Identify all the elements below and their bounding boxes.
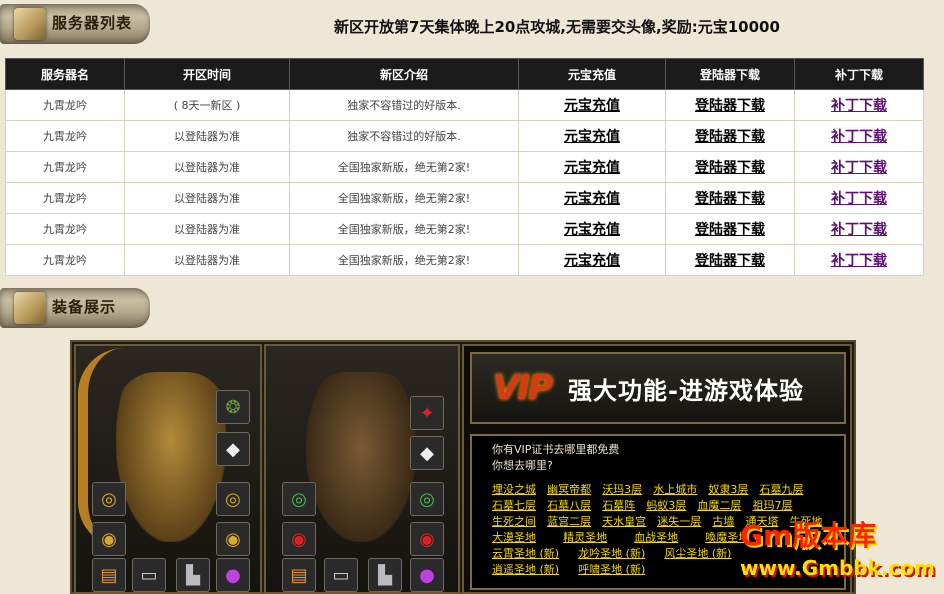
launcher-download-link[interactable]: 登陆器下载 (695, 222, 765, 238)
ring-icon: ◉ (410, 522, 444, 556)
orb-icon: ● (410, 558, 444, 592)
col-intro: 新区介绍 (289, 58, 519, 90)
equipment-banner: 装备展示 (0, 286, 150, 330)
server-name: 九霄龙吟 (5, 182, 125, 214)
server-list-title: 服务器列表 (52, 14, 133, 32)
server-name: 九霄龙吟 (5, 120, 125, 152)
ring-icon: ◉ (92, 522, 126, 556)
equipment-title: 装备展示 (52, 298, 117, 316)
recharge-link[interactable]: 元宝充值 (564, 98, 620, 114)
open-time: 以登陆器为准 (124, 244, 290, 276)
vip-line-2: 你想去哪里? (492, 459, 553, 472)
launcher-download-link[interactable]: 登陆器下载 (695, 129, 765, 145)
bracelet-icon: ◎ (410, 482, 444, 516)
vip-title: 强大功能-进游戏体验 (568, 376, 804, 405)
table-row: 九霄龙吟 以登陆器为准 全国独家新版，绝无第2家! 元宝充值 登陆器下载 补丁下… (5, 244, 924, 276)
watermark-logo: Gm版本库 www.Gmbbk.com (740, 514, 940, 592)
server-list-banner: 服务器列表 (0, 2, 150, 46)
charm-icon: ✦ (410, 396, 444, 430)
launcher-download-link[interactable]: 登陆器下载 (695, 160, 765, 176)
vip-header: VIP 强大功能-进游戏体验 (470, 352, 846, 424)
boots-icon: ▙ (368, 558, 402, 592)
mage-figure (306, 372, 416, 542)
ring-icon: ◉ (216, 522, 250, 556)
map-link[interactable]: 呼啸圣地 (新) (578, 563, 645, 576)
open-time: 以登陆器为准 (124, 151, 290, 183)
table-row: 九霄龙吟 以登陆器为准 全国独家新版，绝无第2家! 元宝充值 登陆器下载 补丁下… (5, 182, 924, 214)
server-name: 九霄龙吟 (5, 244, 125, 276)
recharge-link[interactable]: 元宝充值 (564, 253, 620, 269)
bracelet-icon: ◎ (216, 482, 250, 516)
mage-equipment-panel: ✦ ◆ ◎ ◎ ◉ ◉ ▤ ▭ ▙ ● (264, 344, 460, 594)
warrior-figure (116, 372, 226, 542)
open-time: 以登陆器为准 (124, 120, 290, 152)
bracelet-icon: ◎ (92, 482, 126, 516)
orb-icon: ● (216, 558, 250, 592)
intro: 独家不容错过的好版本. (289, 120, 519, 152)
bracelet-icon: ◎ (282, 482, 316, 516)
vip-line-1: 你有VIP证书去哪里都免费 (492, 443, 620, 456)
recharge-link[interactable]: 元宝充值 (564, 129, 620, 145)
intro: 全国独家新版，绝无第2家! (289, 182, 519, 214)
recharge-link[interactable]: 元宝充值 (564, 191, 620, 207)
intro: 全国独家新版，绝无第2家! (289, 244, 519, 276)
belt-icon: ▭ (324, 558, 358, 592)
gem-icon: ◆ (410, 436, 444, 470)
server-name: 九霄龙吟 (5, 89, 125, 121)
col-recharge: 元宝充值 (518, 58, 666, 90)
open-time: ( 8天一新区 ) (124, 89, 290, 121)
watermark-brand: Gm版本库 (740, 519, 877, 552)
table-row: 九霄龙吟 以登陆器为准 全国独家新版，绝无第2家! 元宝充值 登陆器下载 补丁下… (5, 151, 924, 183)
necklace-icon: ❂ (216, 390, 250, 424)
open-time: 以登陆器为准 (124, 182, 290, 214)
server-table: 服务器名 开区时间 新区介绍 元宝充值 登陆器下载 补丁下载 九霄龙吟 ( 8天… (5, 58, 924, 276)
book-icon: ▤ (92, 558, 126, 592)
table-row: 九霄龙吟 ( 8天一新区 ) 独家不容错过的好版本. 元宝充值 登陆器下载 补丁… (5, 89, 924, 121)
map-row: 埋没之城 幽冥帝都 沃玛3层 水上城市 奴隶3层 石墓九层 (492, 478, 844, 496)
announcement: 新区开放第7天集体晚上20点攻城,无需要交头像,奖励:元宝10000 (334, 18, 780, 36)
table-header-row: 服务器名 开区时间 新区介绍 元宝充值 登陆器下载 补丁下载 (5, 58, 924, 90)
launcher-download-link[interactable]: 登陆器下载 (695, 98, 765, 114)
patch-download-link[interactable]: 补丁下载 (831, 160, 887, 176)
table-row: 九霄龙吟 以登陆器为准 独家不容错过的好版本. 元宝充值 登陆器下载 补丁下载 (5, 120, 924, 152)
col-open-time: 开区时间 (124, 58, 290, 90)
patch-download-link[interactable]: 补丁下载 (831, 253, 887, 269)
gem-icon: ◆ (216, 432, 250, 466)
patch-download-link[interactable]: 补丁下载 (831, 191, 887, 207)
belt-icon: ▭ (132, 558, 166, 592)
map-link[interactable]: 逍遥圣地 (新) (492, 563, 559, 576)
patch-download-link[interactable]: 补丁下载 (831, 98, 887, 114)
warrior-equipment-panel: ❂ ◆ ◎ ◎ ◉ ◉ ▤ ▭ ▙ ● (74, 344, 262, 594)
watermark-url: www.Gmbbk.com (740, 556, 935, 580)
server-name: 九霄龙吟 (5, 151, 125, 183)
col-launcher: 登陆器下载 (665, 58, 795, 90)
patch-download-link[interactable]: 补丁下载 (831, 222, 887, 238)
map-link[interactable]: 风尘圣地 (新) (664, 547, 731, 560)
launcher-download-link[interactable]: 登陆器下载 (695, 253, 765, 269)
intro: 独家不容错过的好版本. (289, 89, 519, 121)
server-name: 九霄龙吟 (5, 213, 125, 245)
recharge-link[interactable]: 元宝充值 (564, 160, 620, 176)
intro: 全国独家新版，绝无第2家! (289, 151, 519, 183)
map-row: 石墓七层 石墓八层 石墓阵 蚂蚁3层 血魔二层 祖玛7层 (492, 494, 844, 512)
recharge-link[interactable]: 元宝充值 (564, 222, 620, 238)
ring-icon: ◉ (282, 522, 316, 556)
col-server-name: 服务器名 (5, 58, 125, 90)
boots-icon: ▙ (176, 558, 210, 592)
col-patch: 补丁下载 (794, 58, 924, 90)
table-row: 九霄龙吟 以登陆器为准 全国独家新版，绝无第2家! 元宝充值 登陆器下载 补丁下… (5, 213, 924, 245)
equipment-showcase: ❂ ◆ ◎ ◎ ◉ ◉ ▤ ▭ ▙ ● ✦ ◆ ◎ ◎ ◉ ◉ ▤ ▭ ▙ ● … (70, 340, 856, 594)
launcher-download-link[interactable]: 登陆器下载 (695, 191, 765, 207)
vip-logo: VIP (493, 368, 553, 408)
open-time: 以登陆器为准 (124, 213, 290, 245)
book-icon: ▤ (282, 558, 316, 592)
intro: 全国独家新版，绝无第2家! (289, 213, 519, 245)
patch-download-link[interactable]: 补丁下载 (831, 129, 887, 145)
